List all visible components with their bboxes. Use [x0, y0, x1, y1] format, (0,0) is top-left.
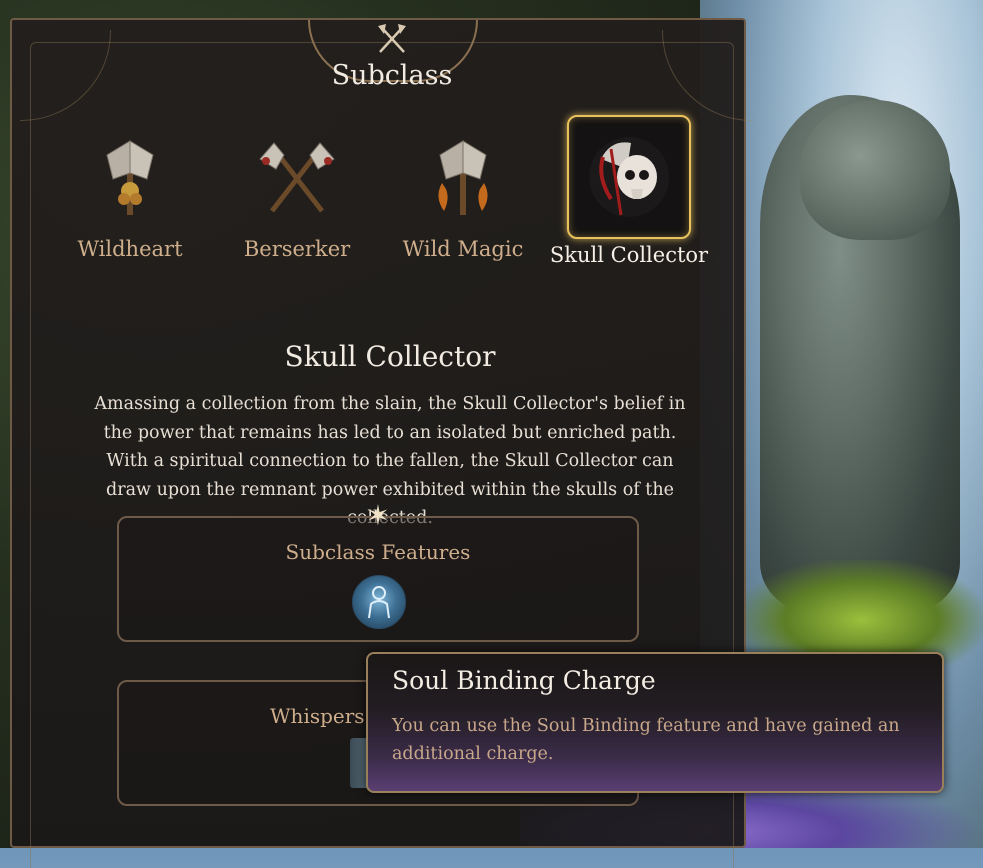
subclass-features-label: Subclass Features: [285, 540, 471, 564]
bird-statue-head: [800, 100, 950, 240]
star-divider-icon: ✶: [366, 499, 390, 532]
subclass-label: Skull Collector: [549, 243, 709, 267]
berserker-axes-icon: [254, 133, 340, 219]
subclass-option-skull-collector[interactable]: Skull Collector: [549, 115, 709, 267]
subclass-label: Berserker: [243, 237, 351, 261]
subclass-option-berserker[interactable]: Berserker: [217, 133, 377, 261]
wildheart-axe-icon: [87, 133, 173, 219]
subclass-label: Wild Magic: [402, 237, 524, 261]
subclass-option-wildheart[interactable]: Wildheart: [50, 133, 210, 261]
tooltip-title: Soul Binding Charge: [392, 666, 656, 695]
barbarian-class-icon: [378, 24, 406, 53]
soul-figure-icon[interactable]: [352, 575, 406, 629]
whispers-label: Whispers: [270, 704, 365, 728]
subclass-label: Wildheart: [77, 237, 183, 261]
feature-tooltip: Soul Binding Charge You can use the Soul…: [366, 652, 944, 793]
selected-subclass-title: Skull Collector: [284, 340, 496, 373]
wild-magic-axe-icon: [420, 133, 506, 219]
panel-title: Subclass: [331, 60, 453, 91]
skull-collector-icon: [567, 115, 691, 239]
subclass-option-wild-magic[interactable]: Wild Magic: [383, 133, 543, 261]
tooltip-description: You can use the Soul Binding feature and…: [392, 716, 900, 764]
